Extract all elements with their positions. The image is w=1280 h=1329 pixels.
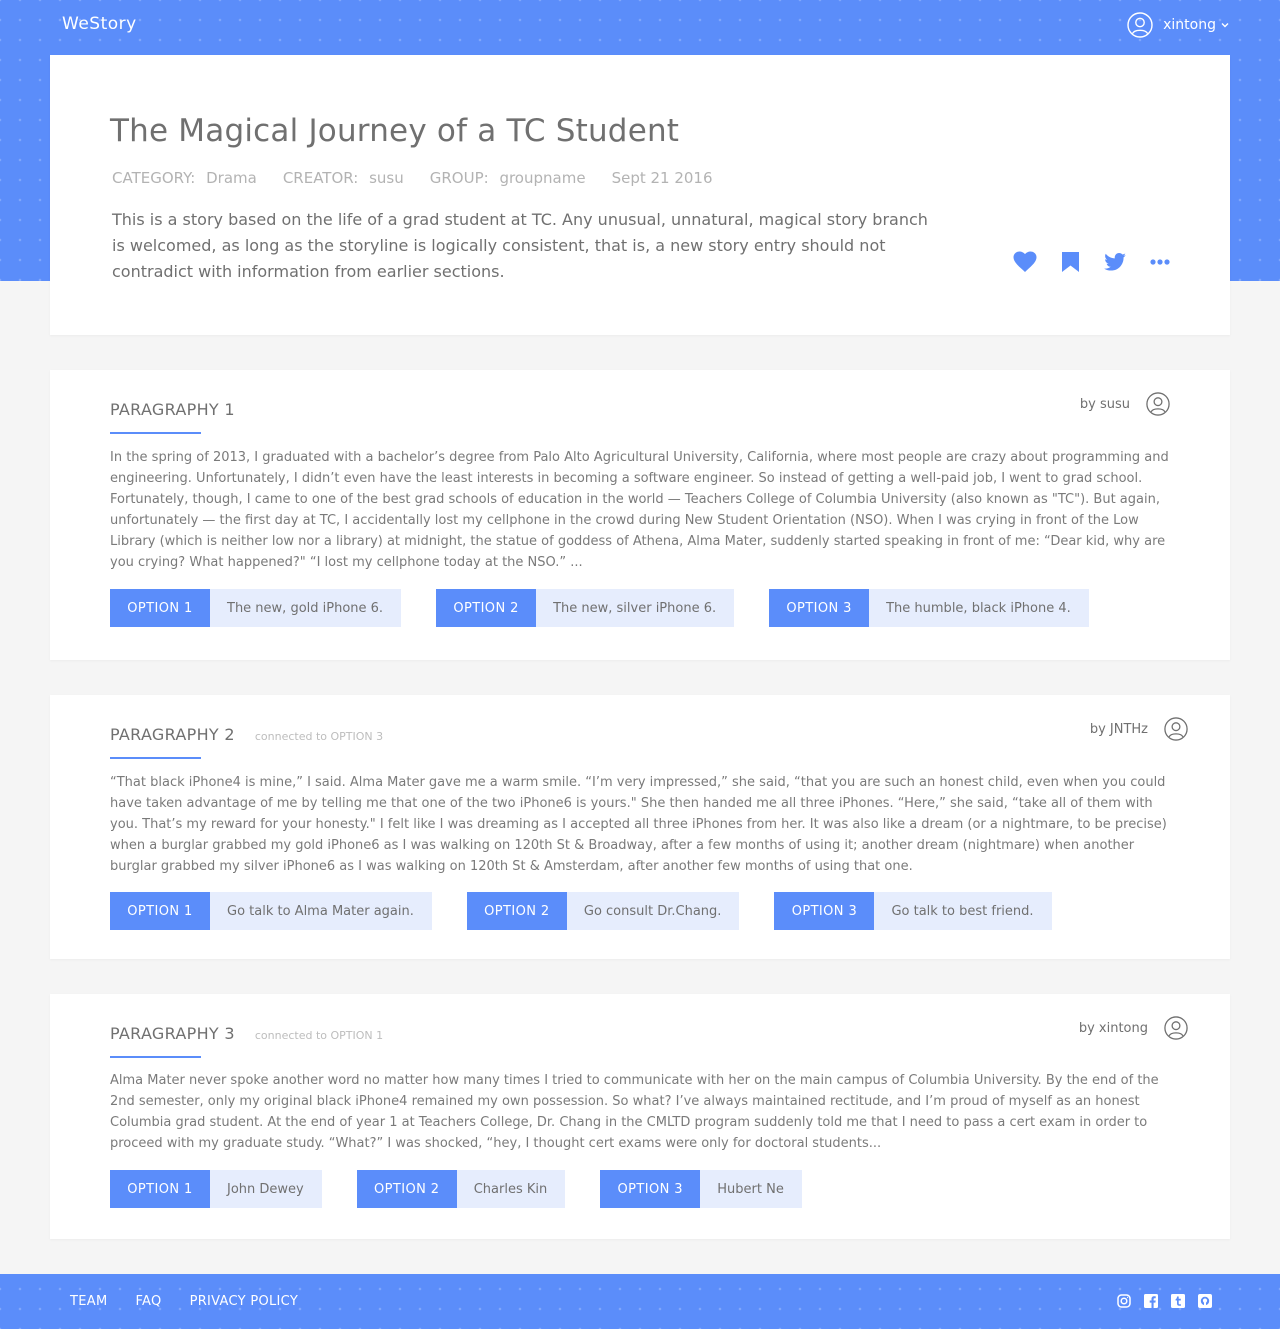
meta-group: GROUP: groupname [430, 169, 586, 187]
instagram-icon[interactable] [1117, 1294, 1131, 1308]
connected-option-label: connected to OPTION 1 [254, 1029, 384, 1042]
option-3-button[interactable]: OPTION 3 Hubert Ne [600, 1170, 802, 1208]
author-name: by xintong [1078, 1020, 1148, 1036]
chevron-down-icon [1221, 23, 1229, 28]
option-text: Hubert Ne [700, 1170, 802, 1208]
footer-link-faq[interactable]: FAQ [135, 1294, 161, 1309]
option-text: The new, gold iPhone 6. [210, 589, 402, 627]
option-label: OPTION 3 [774, 892, 875, 930]
like-button[interactable] [1013, 250, 1037, 274]
option-2-button[interactable]: OPTION 2 Go consult Dr.Chang. [466, 892, 740, 930]
option-text: The new, silver iPhone 6. [536, 589, 735, 627]
author-avatar-icon [1164, 717, 1188, 741]
option-label: OPTION 2 [356, 1170, 457, 1208]
option-label: OPTION 1 [110, 1170, 210, 1208]
paragraph-author[interactable]: by xintong [1079, 1016, 1188, 1040]
paragraph-options: OPTION 1 The new, gold iPhone 6. OPTION … [110, 589, 1124, 627]
app-logo[interactable]: WeStory [62, 14, 137, 34]
author-name: by JNTHz [1089, 721, 1148, 737]
story-card: The Magical Journey of a TC Student CATE… [50, 55, 1230, 335]
option-1-button[interactable]: OPTION 1 The new, gold iPhone 6. [110, 589, 402, 627]
footer: TEAM FAQ PRIVACY POLICY [0, 1274, 1280, 1329]
story-title: The Magical Journey of a TC Student [110, 113, 680, 149]
bookmark-button[interactable] [1058, 250, 1082, 274]
twitter-share-button[interactable] [1103, 250, 1127, 274]
meta-creator-value[interactable]: susu [369, 169, 404, 187]
paragraph-options: OPTION 1 Go talk to Alma Mater again. OP… [110, 892, 1087, 930]
footer-links: TEAM FAQ PRIVACY POLICY [70, 1294, 326, 1309]
paragraph-title: PARAGRAPHY 1 [110, 400, 235, 419]
title-underline [110, 757, 201, 759]
option-label: OPTION 2 [466, 892, 567, 930]
meta-group-value[interactable]: groupname [499, 169, 585, 187]
story-actions [992, 250, 1172, 274]
paragraph-author[interactable]: by susu [1080, 392, 1170, 416]
option-label: OPTION 1 [110, 589, 210, 627]
facebook-icon[interactable] [1144, 1294, 1158, 1308]
author-avatar-icon [1164, 1016, 1188, 1040]
meta-creator-key: CREATOR: [282, 169, 359, 187]
option-text: Charles Kin [456, 1170, 566, 1208]
option-label: OPTION 1 [110, 892, 210, 930]
paragraph-header: PARAGRAPHY 3 connected to OPTION 1 [110, 1024, 383, 1043]
meta-creator: CREATOR: susu [283, 169, 404, 187]
paragraph-text: Alma Mater never spoke another word no m… [110, 1073, 1159, 1151]
footer-link-team[interactable]: TEAM [70, 1294, 107, 1309]
option-2-button[interactable]: OPTION 2 Charles Kin [356, 1170, 566, 1208]
bookmark-icon [1061, 252, 1079, 272]
user-name: xintong [1163, 17, 1216, 33]
heart-icon [1013, 251, 1037, 272]
user-avatar-icon [1127, 12, 1153, 38]
paragraph-card: PARAGRAPHY 1 by susu In the spring of 20… [50, 370, 1230, 660]
option-1-button[interactable]: OPTION 1 Go talk to Alma Mater again. [110, 892, 432, 930]
tumblr-icon[interactable] [1171, 1294, 1185, 1308]
paragraph-options: OPTION 1 John Dewey OPTION 2 Charles Kin… [110, 1170, 837, 1208]
footer-link-privacy[interactable]: PRIVACY POLICY [190, 1294, 299, 1309]
top-navigation: WeStory xintong [0, 0, 1280, 52]
more-button[interactable] [1148, 250, 1172, 274]
story-description: This is a story based on the life of a g… [112, 210, 928, 281]
paragraph-author[interactable]: by JNTHz [1090, 717, 1188, 741]
connected-option-label: connected to OPTION 3 [254, 730, 384, 743]
option-text: John Dewey [210, 1170, 322, 1208]
twitter-icon [1104, 253, 1126, 271]
paragraph-text: “That black iPhone4 is mine,” I said. Al… [110, 775, 1167, 874]
paragraph-header: PARAGRAPHY 2 connected to OPTION 3 [110, 725, 383, 744]
option-3-button[interactable]: OPTION 3 The humble, black iPhone 4. [769, 589, 1089, 627]
paragraph-card: PARAGRAPHY 2 connected to OPTION 3 by JN… [50, 695, 1230, 959]
option-label: OPTION 3 [600, 1170, 701, 1208]
option-text: The humble, black iPhone 4. [869, 589, 1089, 627]
github-icon[interactable] [1198, 1294, 1212, 1308]
option-3-button[interactable]: OPTION 3 Go talk to best friend. [774, 892, 1052, 930]
meta-group-key: GROUP: [429, 169, 489, 187]
author-avatar-icon [1146, 392, 1170, 416]
option-label: OPTION 3 [769, 589, 870, 627]
user-menu[interactable]: xintong [1127, 12, 1230, 38]
option-text: Go consult Dr.Chang. [566, 892, 740, 930]
title-underline [110, 432, 201, 434]
story-date: Sept 21 2016 [611, 169, 713, 187]
meta-category: CATEGORY: Drama [112, 169, 257, 187]
story-meta: CATEGORY: Drama CREATOR: susu GROUP: gro… [112, 169, 739, 187]
social-links [1104, 1294, 1212, 1308]
option-2-button[interactable]: OPTION 2 The new, silver iPhone 6. [436, 589, 735, 627]
paragraph-header: PARAGRAPHY 1 [110, 400, 235, 419]
paragraph-text: In the spring of 2013, I graduated with … [110, 450, 1169, 570]
paragraph-card: PARAGRAPHY 3 connected to OPTION 1 by xi… [50, 994, 1230, 1239]
title-underline [110, 1056, 201, 1058]
option-label: OPTION 2 [436, 589, 537, 627]
more-icon [1150, 259, 1170, 265]
option-text: Go talk to Alma Mater again. [210, 892, 432, 930]
paragraph-title: PARAGRAPHY 3 [110, 1024, 235, 1043]
option-text: Go talk to best friend. [874, 892, 1052, 930]
meta-category-value[interactable]: Drama [206, 169, 257, 187]
paragraph-title: PARAGRAPHY 2 [110, 725, 235, 744]
author-name: by susu [1079, 396, 1130, 412]
meta-category-key: CATEGORY: [112, 169, 196, 187]
option-1-button[interactable]: OPTION 1 John Dewey [110, 1170, 322, 1208]
